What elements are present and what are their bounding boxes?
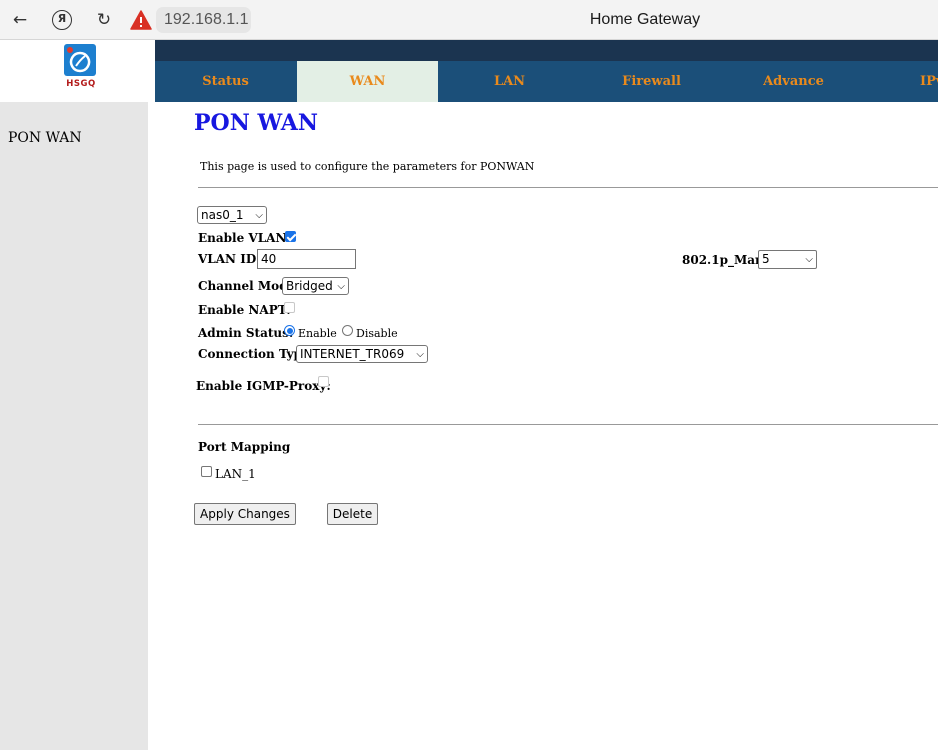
tab-lan[interactable]: LAN bbox=[439, 61, 580, 102]
enable-vlan-label: Enable VLAN: bbox=[198, 231, 291, 245]
divider-top bbox=[198, 187, 938, 188]
apply-changes-button[interactable]: Apply Changes bbox=[194, 503, 296, 525]
hsgq-logo-icon bbox=[64, 44, 96, 76]
page-tab-title: Home Gateway bbox=[589, 11, 701, 28]
page-description: This page is used to configure the param… bbox=[200, 160, 535, 173]
tab-advance[interactable]: Advance bbox=[723, 61, 864, 102]
admin-disable-radio[interactable] bbox=[342, 325, 353, 336]
vlan-id-label: VLAN ID: bbox=[198, 252, 261, 266]
tab-ipv6[interactable]: IPv bbox=[865, 61, 938, 102]
mark-value: 5 bbox=[762, 252, 770, 266]
divider-middle bbox=[198, 424, 938, 425]
vlan-id-input[interactable]: 40 bbox=[257, 249, 356, 269]
reload-icon[interactable]: ↻ bbox=[94, 10, 114, 30]
port-mapping-label: Port Mapping bbox=[198, 440, 291, 454]
igmp-proxy-label: Enable IGMP-Proxy: bbox=[196, 379, 331, 393]
sidebar-item-pon-wan[interactable]: PON WAN bbox=[8, 130, 82, 146]
chevron-down-icon: ⌵ bbox=[805, 254, 813, 265]
back-arrow-icon[interactable]: ← bbox=[10, 10, 30, 30]
enable-napt-checkbox[interactable] bbox=[284, 302, 295, 313]
tab-firewall[interactable]: Firewall bbox=[581, 61, 722, 102]
wan-connection-select[interactable]: nas0_1 ⌵ bbox=[197, 206, 267, 224]
warning-icon[interactable] bbox=[130, 9, 152, 31]
sidebar bbox=[0, 102, 148, 750]
enable-vlan-checkbox[interactable] bbox=[285, 231, 296, 242]
yandex-icon[interactable]: Я bbox=[52, 10, 72, 30]
admin-disable-label: Disable bbox=[356, 327, 398, 340]
browser-toolbar: ← Я ↻ 192.168.1.1 Home Gateway bbox=[0, 0, 938, 40]
tab-wan[interactable]: WAN bbox=[297, 61, 438, 102]
connection-type-select[interactable]: INTERNET_TR069 ⌵ bbox=[296, 345, 428, 363]
nav-top-strip bbox=[155, 40, 938, 61]
admin-enable-label: Enable bbox=[298, 327, 337, 340]
logo-text: HSGQ bbox=[66, 79, 96, 89]
admin-enable-radio[interactable] bbox=[284, 325, 295, 336]
channel-mode-select[interactable]: Bridged ⌵ bbox=[282, 277, 349, 295]
mark-label: 802.1p_Mark bbox=[682, 253, 770, 267]
admin-status-label: Admin Status: bbox=[198, 326, 294, 340]
lan1-checkbox[interactable] bbox=[201, 466, 212, 477]
chevron-down-icon: ⌵ bbox=[255, 210, 263, 221]
enable-napt-label: Enable NAPT: bbox=[198, 303, 291, 317]
channel-mode-value: Bridged bbox=[286, 279, 333, 293]
igmp-proxy-checkbox[interactable] bbox=[318, 376, 329, 387]
chevron-down-icon: ⌵ bbox=[337, 281, 345, 292]
page-title: PON WAN bbox=[194, 110, 318, 136]
address-bar[interactable]: 192.168.1.1 bbox=[156, 7, 251, 33]
delete-button[interactable]: Delete bbox=[327, 503, 378, 525]
lan1-label: LAN_1 bbox=[215, 467, 256, 481]
tab-status[interactable]: Status bbox=[155, 61, 296, 102]
mark-select[interactable]: 5 ⌵ bbox=[758, 250, 817, 269]
chevron-down-icon: ⌵ bbox=[416, 349, 424, 360]
connection-type-value: INTERNET_TR069 bbox=[300, 347, 405, 361]
wan-connection-value: nas0_1 bbox=[201, 208, 244, 222]
